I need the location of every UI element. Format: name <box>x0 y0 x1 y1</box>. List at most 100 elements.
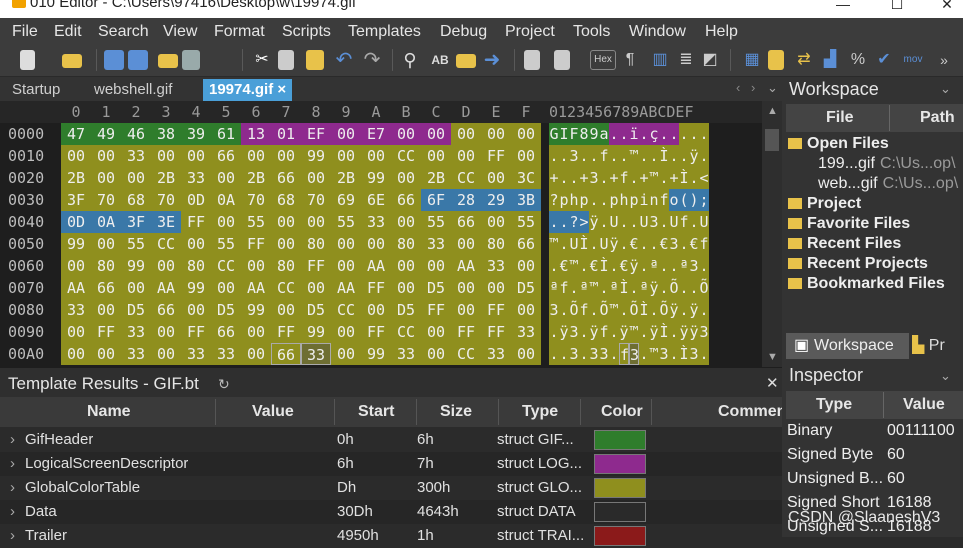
hex-char[interactable]: . <box>689 277 699 299</box>
hex-char[interactable]: ÿ <box>619 321 629 343</box>
hex-byte[interactable]: 55 <box>421 211 451 233</box>
hex-char[interactable]: . <box>569 167 579 189</box>
hex-char[interactable]: p <box>559 189 569 211</box>
hex-char[interactable]: U <box>569 233 579 255</box>
hex-byte[interactable]: FF <box>241 233 271 255</box>
hex-char[interactable]: > <box>579 211 589 233</box>
calculator-icon[interactable]: ▦ <box>742 50 762 70</box>
hex-char[interactable]: . <box>669 123 679 145</box>
hex-byte[interactable]: 49 <box>91 123 121 145</box>
hex-byte[interactable]: 0A <box>211 189 241 211</box>
hex-byte[interactable]: 00 <box>391 277 421 299</box>
hex-char[interactable]: ™ <box>649 167 659 189</box>
hex-char[interactable]: . <box>559 145 569 167</box>
hex-byte[interactable]: 66 <box>391 189 421 211</box>
hex-byte[interactable]: 33 <box>121 321 151 343</box>
hex-char[interactable]: Õ <box>569 299 579 321</box>
hex-byte[interactable]: 33 <box>181 167 211 189</box>
table-row[interactable]: › Trailer 4950h 1h struct TRAI... <box>0 524 782 548</box>
hex-char[interactable]: ÿ <box>689 145 699 167</box>
workspace-menu-icon[interactable]: ⌄ <box>940 81 951 97</box>
hex-char[interactable]: € <box>559 255 569 277</box>
table-row[interactable]: › LogicalScreenDescriptor 6h 7h struct LOG..… <box>0 452 782 476</box>
folder-icon[interactable] <box>158 54 178 68</box>
workspace-item[interactable]: web...gif C:\Us...op\ <box>818 175 958 193</box>
hex-byte[interactable]: FF <box>481 321 511 343</box>
menu-tools[interactable]: Tools <box>573 23 610 41</box>
hex-byte[interactable]: 80 <box>301 233 331 255</box>
menu-search[interactable]: Search <box>98 23 149 41</box>
workspace-item[interactable]: Open Files <box>788 135 889 153</box>
hex-byte[interactable]: 55 <box>211 233 241 255</box>
hex-byte[interactable]: CC <box>211 255 241 277</box>
hex-char[interactable]: . <box>639 343 649 365</box>
hex-char[interactable]: . <box>619 123 629 145</box>
hex-byte[interactable]: 00 <box>271 299 301 321</box>
hex-char[interactable]: Ì <box>619 277 629 299</box>
hex-byte[interactable]: 00 <box>211 167 241 189</box>
toolbar-overflow-icon[interactable]: » <box>934 50 954 70</box>
hex-byte[interactable]: AA <box>331 277 361 299</box>
hex-byte[interactable]: 00 <box>121 277 151 299</box>
menu-file[interactable]: File <box>12 23 38 41</box>
hex-byte[interactable]: 00 <box>361 299 391 321</box>
hex-char[interactable]: f <box>619 167 629 189</box>
hex-char[interactable]: . <box>649 145 659 167</box>
hex-char[interactable]: € <box>689 233 699 255</box>
hex-char[interactable]: ª <box>639 277 649 299</box>
hex-mode-button[interactable]: Hex <box>590 50 616 70</box>
hex-byte[interactable]: 3C <box>511 167 541 189</box>
hex-char[interactable]: ÿ <box>649 321 659 343</box>
hex-char[interactable]: U <box>669 211 679 233</box>
hex-char[interactable]: 3 <box>569 343 579 365</box>
hex-byte[interactable]: 99 <box>361 167 391 189</box>
hex-char[interactable]: Õ <box>699 277 709 299</box>
hex-char[interactable]: Ì <box>679 167 689 189</box>
tab-workspace[interactable]: ▣ Workspace <box>786 333 909 359</box>
hex-char[interactable]: ÿ <box>669 299 679 321</box>
menu-format[interactable]: Format <box>214 23 265 41</box>
hex-byte[interactable]: 00 <box>391 167 421 189</box>
tab-19974-gif[interactable]: 19974.gif × <box>203 79 293 101</box>
hex-byte[interactable]: 66 <box>211 145 241 167</box>
hex-char[interactable]: ™ <box>589 277 599 299</box>
hex-byte[interactable]: 2B <box>151 167 181 189</box>
hex-char[interactable]: . <box>619 211 629 233</box>
hex-byte[interactable]: 2B <box>331 167 361 189</box>
hex-byte[interactable]: 00 <box>511 123 541 145</box>
hex-byte[interactable]: 00 <box>91 343 121 365</box>
hex-byte[interactable]: 6F <box>421 189 451 211</box>
hex-char[interactable]: n <box>649 189 659 211</box>
hex-char[interactable]: + <box>669 167 679 189</box>
hex-byte[interactable]: 55 <box>121 233 151 255</box>
hex-byte[interactable]: 2B <box>241 167 271 189</box>
menu-templates[interactable]: Templates <box>348 23 421 41</box>
hex-byte[interactable]: 66 <box>91 277 121 299</box>
hex-byte[interactable]: 33 <box>511 321 541 343</box>
hex-char[interactable]: ? <box>549 189 559 211</box>
template-row-color-swatch[interactable] <box>594 478 646 498</box>
hex-char[interactable]: ) <box>689 189 699 211</box>
tab-webshell-gif[interactable]: webshell.gif <box>88 79 178 101</box>
workspace-item[interactable]: Recent Projects <box>788 255 928 273</box>
hex-byte[interactable]: FF <box>451 321 481 343</box>
hex-byte[interactable]: FF <box>481 299 511 321</box>
hex-char[interactable]: U <box>599 233 609 255</box>
hex-char[interactable]: . <box>659 277 669 299</box>
template-row-color-swatch[interactable] <box>594 454 646 474</box>
hex-char[interactable]: + <box>549 167 559 189</box>
compare-icon[interactable]: ⇄ <box>794 50 814 70</box>
hex-byte[interactable]: 00 <box>331 145 361 167</box>
hex-char[interactable]: . <box>669 145 679 167</box>
hex-byte[interactable]: 00 <box>151 343 181 365</box>
hex-char[interactable]: . <box>549 343 559 365</box>
hex-byte[interactable]: CC <box>451 167 481 189</box>
hex-byte[interactable]: E7 <box>361 123 391 145</box>
hex-byte[interactable]: 6E <box>361 189 391 211</box>
expand-chevron-icon[interactable]: › <box>10 431 15 448</box>
hex-char[interactable]: . <box>699 145 709 167</box>
hex-char[interactable]: ™ <box>609 299 619 321</box>
hex-byte[interactable]: 00 <box>151 321 181 343</box>
hex-byte[interactable]: 00 <box>181 299 211 321</box>
copy-icon[interactable] <box>278 50 294 70</box>
